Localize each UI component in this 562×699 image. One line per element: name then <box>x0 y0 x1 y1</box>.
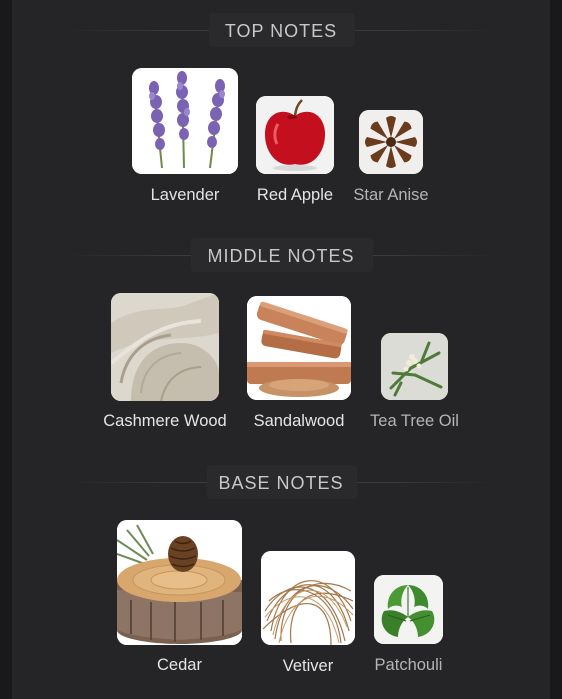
red-apple-icon <box>256 96 334 174</box>
star-anise-icon <box>359 110 423 174</box>
section-title-base-notes: BASE NOTES <box>218 473 344 493</box>
lavender-icon <box>132 68 238 174</box>
cashmere-wood-icon <box>111 293 219 401</box>
cedar-icon <box>117 520 242 645</box>
section-title-top-notes: TOP NOTES <box>224 21 338 41</box>
note-label: Tea Tree Oil <box>370 412 459 430</box>
note-label: Patchouli <box>374 656 443 674</box>
vetiver-icon <box>261 551 355 645</box>
tea-tree-oil-icon <box>381 333 448 400</box>
sandalwood-icon <box>247 296 351 400</box>
note-label: Star Anise <box>353 186 429 204</box>
notes-panel: TOP NOTES Lavender Red Apple Star Anise … <box>12 0 550 699</box>
section-title-middle-notes: MIDDLE NOTES <box>207 246 355 266</box>
patchouli-icon <box>374 575 443 644</box>
